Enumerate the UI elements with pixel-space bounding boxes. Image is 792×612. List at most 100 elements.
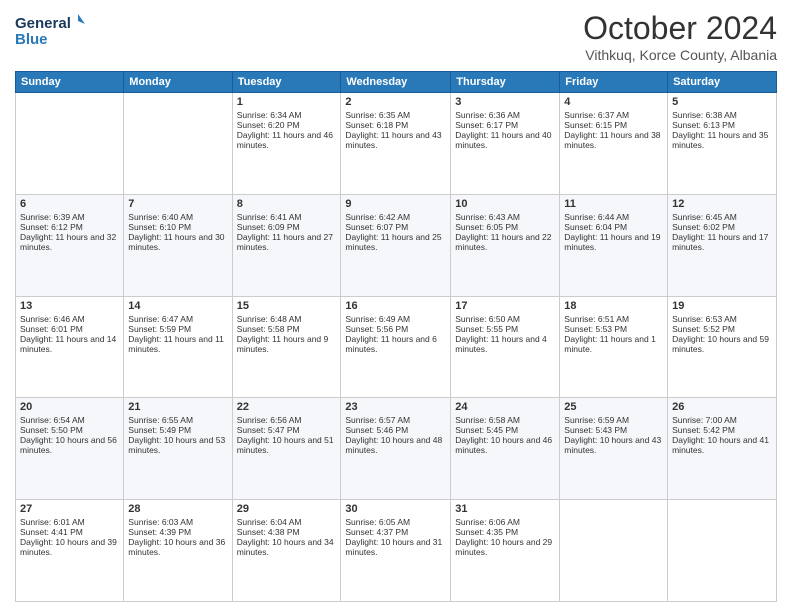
calendar-cell: 28 Sunrise: 6:03 AM Sunset: 4:39 PM Dayl… — [124, 500, 232, 602]
sunset: Sunset: 6:13 PM — [672, 120, 735, 130]
sunset: Sunset: 6:01 PM — [20, 324, 83, 334]
calendar-cell: 26 Sunrise: 7:00 AM Sunset: 5:42 PM Dayl… — [668, 398, 777, 500]
calendar-cell: 7 Sunrise: 6:40 AM Sunset: 6:10 PM Dayli… — [124, 194, 232, 296]
sunset: Sunset: 5:52 PM — [672, 324, 735, 334]
day-number: 14 — [128, 300, 227, 312]
sunset: Sunset: 6:17 PM — [455, 120, 518, 130]
sunset: Sunset: 4:37 PM — [345, 527, 408, 537]
calendar-cell: 19 Sunrise: 6:53 AM Sunset: 5:52 PM Dayl… — [668, 296, 777, 398]
sunset: Sunset: 4:41 PM — [20, 527, 83, 537]
daylight: Daylight: 10 hours and 46 minutes. — [455, 435, 552, 455]
calendar-cell: 9 Sunrise: 6:42 AM Sunset: 6:07 PM Dayli… — [341, 194, 451, 296]
sunset: Sunset: 4:39 PM — [128, 527, 191, 537]
sunset: Sunset: 5:49 PM — [128, 425, 191, 435]
sunrise: Sunrise: 6:46 AM — [20, 314, 85, 324]
calendar-cell: 31 Sunrise: 6:06 AM Sunset: 4:35 PM Dayl… — [451, 500, 560, 602]
month-title: October 2024 — [583, 10, 777, 47]
sunrise: Sunrise: 6:01 AM — [20, 517, 85, 527]
calendar-cell: 2 Sunrise: 6:35 AM Sunset: 6:18 PM Dayli… — [341, 93, 451, 195]
sunset: Sunset: 5:55 PM — [455, 324, 518, 334]
daylight: Daylight: 10 hours and 56 minutes. — [20, 435, 117, 455]
day-number: 29 — [237, 503, 337, 515]
calendar-cell: 13 Sunrise: 6:46 AM Sunset: 6:01 PM Dayl… — [16, 296, 124, 398]
sunset: Sunset: 6:05 PM — [455, 222, 518, 232]
sunrise: Sunrise: 6:53 AM — [672, 314, 737, 324]
sunset: Sunset: 6:09 PM — [237, 222, 300, 232]
sunset: Sunset: 6:18 PM — [345, 120, 408, 130]
header: General Blue October 2024 Vithkuq, Korce… — [15, 10, 777, 63]
sunrise: Sunrise: 6:45 AM — [672, 212, 737, 222]
sunset: Sunset: 5:59 PM — [128, 324, 191, 334]
sunrise: Sunrise: 6:51 AM — [564, 314, 629, 324]
calendar-cell: 21 Sunrise: 6:55 AM Sunset: 5:49 PM Dayl… — [124, 398, 232, 500]
calendar-cell: 17 Sunrise: 6:50 AM Sunset: 5:55 PM Dayl… — [451, 296, 560, 398]
sunrise: Sunrise: 6:04 AM — [237, 517, 302, 527]
sunset: Sunset: 6:02 PM — [672, 222, 735, 232]
day-number: 7 — [128, 198, 227, 210]
daylight: Daylight: 11 hours and 32 minutes. — [20, 232, 116, 252]
sunset: Sunset: 5:42 PM — [672, 425, 735, 435]
day-number: 6 — [20, 198, 119, 210]
day-number: 25 — [564, 401, 663, 413]
day-number: 31 — [455, 503, 555, 515]
daylight: Daylight: 10 hours and 36 minutes. — [128, 537, 225, 557]
calendar-cell: 16 Sunrise: 6:49 AM Sunset: 5:56 PM Dayl… — [341, 296, 451, 398]
sunrise: Sunrise: 6:49 AM — [345, 314, 410, 324]
sunset: Sunset: 5:46 PM — [345, 425, 408, 435]
logo-svg: General Blue — [15, 10, 85, 50]
calendar-week-row: 1 Sunrise: 6:34 AM Sunset: 6:20 PM Dayli… — [16, 93, 777, 195]
day-number: 27 — [20, 503, 119, 515]
daylight: Daylight: 10 hours and 53 minutes. — [128, 435, 225, 455]
sunrise: Sunrise: 6:44 AM — [564, 212, 629, 222]
calendar-cell: 14 Sunrise: 6:47 AM Sunset: 5:59 PM Dayl… — [124, 296, 232, 398]
day-number: 13 — [20, 300, 119, 312]
daylight: Daylight: 11 hours and 25 minutes. — [345, 232, 441, 252]
sunrise: Sunrise: 6:06 AM — [455, 517, 520, 527]
calendar-cell: 12 Sunrise: 6:45 AM Sunset: 6:02 PM Dayl… — [668, 194, 777, 296]
sunset: Sunset: 6:15 PM — [564, 120, 627, 130]
sunrise: Sunrise: 6:54 AM — [20, 415, 85, 425]
col-monday: Monday — [124, 72, 232, 93]
daylight: Daylight: 10 hours and 31 minutes. — [345, 537, 442, 557]
calendar-cell: 23 Sunrise: 6:57 AM Sunset: 5:46 PM Dayl… — [341, 398, 451, 500]
daylight: Daylight: 10 hours and 34 minutes. — [237, 537, 334, 557]
calendar-header-row: Sunday Monday Tuesday Wednesday Thursday… — [16, 72, 777, 93]
sunset: Sunset: 6:04 PM — [564, 222, 627, 232]
sunrise: Sunrise: 6:58 AM — [455, 415, 520, 425]
daylight: Daylight: 11 hours and 43 minutes. — [345, 130, 441, 150]
day-number: 15 — [237, 300, 337, 312]
day-number: 17 — [455, 300, 555, 312]
daylight: Daylight: 10 hours and 48 minutes. — [345, 435, 442, 455]
sunrise: Sunrise: 6:50 AM — [455, 314, 520, 324]
daylight: Daylight: 11 hours and 6 minutes. — [345, 334, 437, 354]
calendar-cell — [16, 93, 124, 195]
day-number: 21 — [128, 401, 227, 413]
sunset: Sunset: 5:58 PM — [237, 324, 300, 334]
daylight: Daylight: 11 hours and 4 minutes. — [455, 334, 547, 354]
day-number: 11 — [564, 198, 663, 210]
calendar-cell — [124, 93, 232, 195]
sunset: Sunset: 6:07 PM — [345, 222, 408, 232]
calendar-cell: 15 Sunrise: 6:48 AM Sunset: 5:58 PM Dayl… — [232, 296, 341, 398]
sunrise: Sunrise: 6:40 AM — [128, 212, 193, 222]
day-number: 30 — [345, 503, 446, 515]
day-number: 18 — [564, 300, 663, 312]
sunrise: Sunrise: 6:47 AM — [128, 314, 193, 324]
day-number: 12 — [672, 198, 772, 210]
sunrise: Sunrise: 6:38 AM — [672, 110, 737, 120]
day-number: 22 — [237, 401, 337, 413]
sunrise: Sunrise: 6:41 AM — [237, 212, 302, 222]
col-friday: Friday — [560, 72, 668, 93]
calendar-cell: 22 Sunrise: 6:56 AM Sunset: 5:47 PM Dayl… — [232, 398, 341, 500]
daylight: Daylight: 11 hours and 9 minutes. — [237, 334, 329, 354]
day-number: 16 — [345, 300, 446, 312]
calendar-cell — [668, 500, 777, 602]
col-tuesday: Tuesday — [232, 72, 341, 93]
day-number: 20 — [20, 401, 119, 413]
calendar-cell: 5 Sunrise: 6:38 AM Sunset: 6:13 PM Dayli… — [668, 93, 777, 195]
sunrise: Sunrise: 6:42 AM — [345, 212, 410, 222]
day-number: 1 — [237, 96, 337, 108]
daylight: Daylight: 11 hours and 35 minutes. — [672, 130, 768, 150]
daylight: Daylight: 10 hours and 59 minutes. — [672, 334, 769, 354]
calendar-week-row: 20 Sunrise: 6:54 AM Sunset: 5:50 PM Dayl… — [16, 398, 777, 500]
